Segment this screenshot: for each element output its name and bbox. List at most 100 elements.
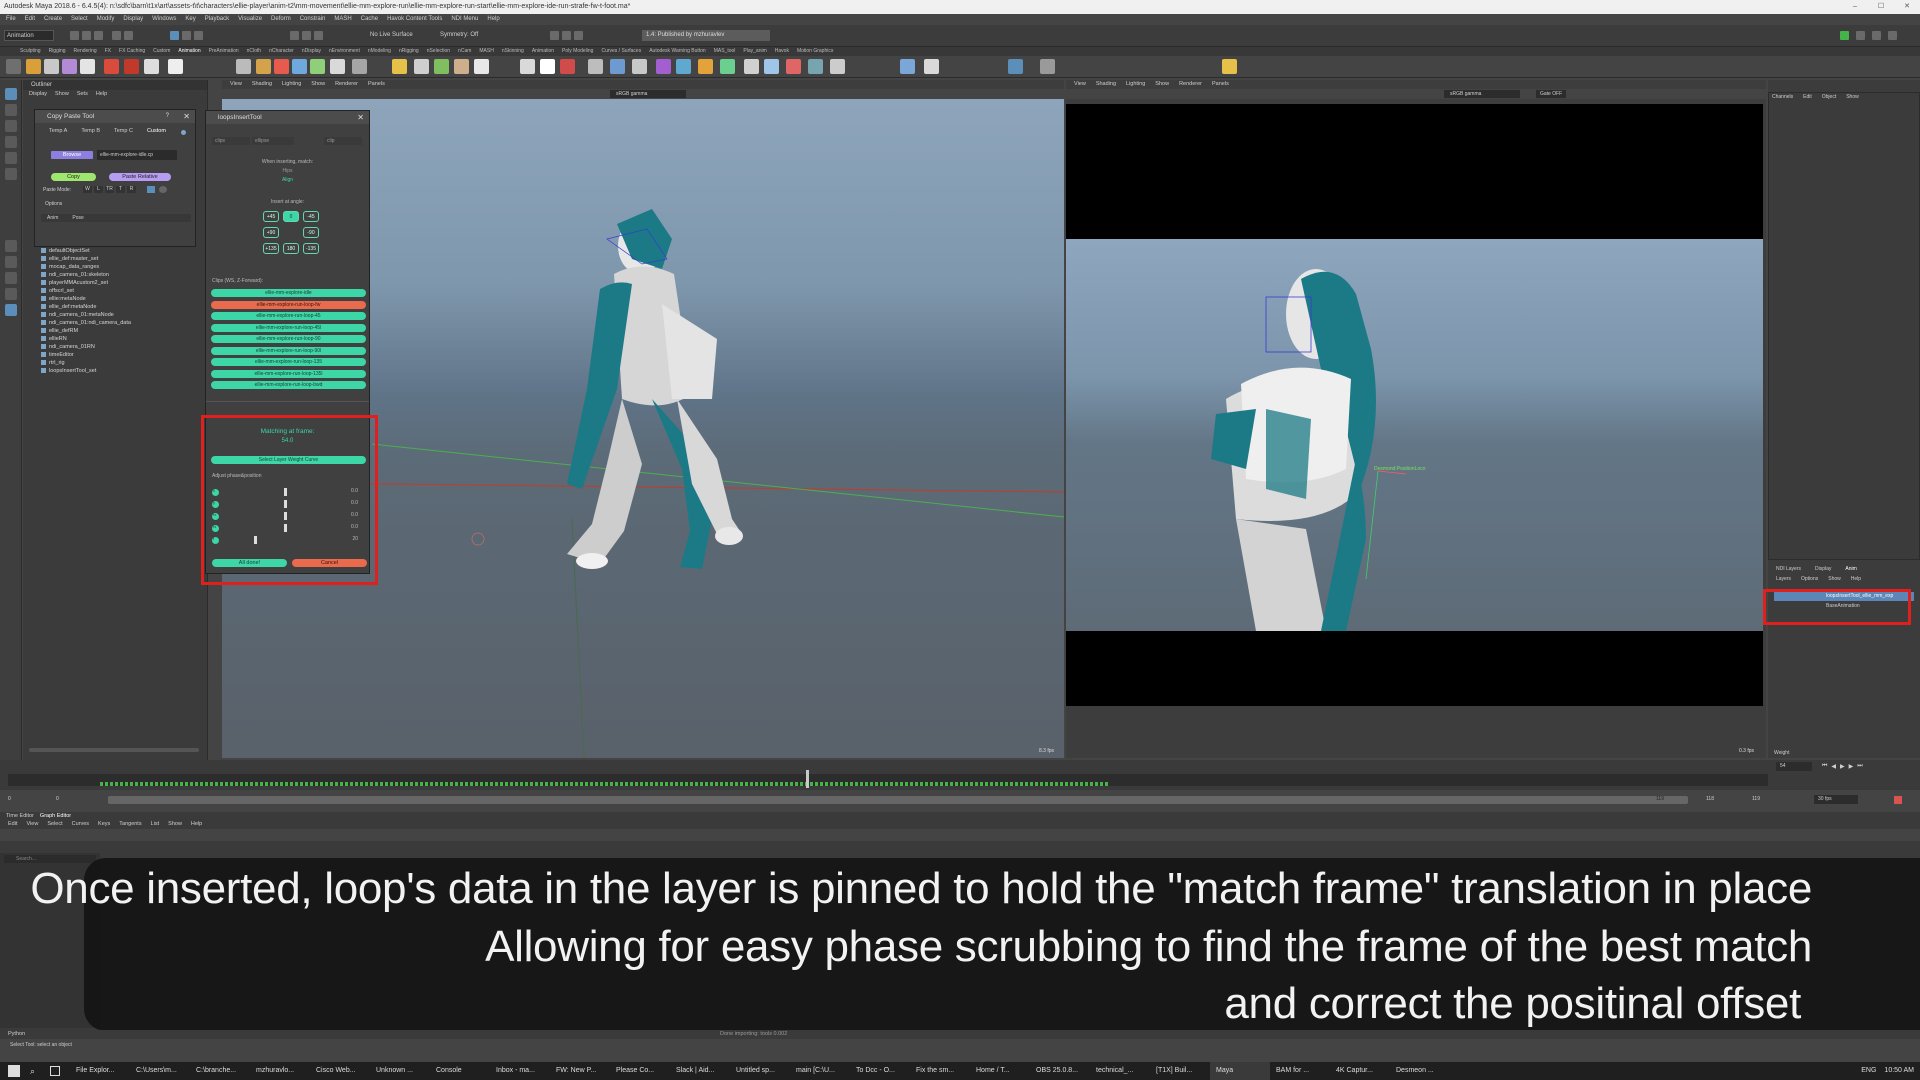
open-scene-icon[interactable] [82,31,91,40]
render-settings-icon[interactable] [574,31,583,40]
hips-option[interactable]: Hips [206,168,369,174]
select-tool-icon[interactable] [5,88,17,100]
shelf-tab-6[interactable]: Animation [178,47,200,56]
menu-modify[interactable]: Modify [97,14,115,25]
shelf-tool-9-icon[interactable] [236,59,251,74]
layer-tab-1[interactable]: Display [1815,566,1831,572]
paste-mode-icon[interactable] [147,186,155,193]
shelf-tool-10-icon[interactable] [256,59,271,74]
viewport-menu-shading[interactable]: Shading [252,80,272,89]
taskbar-item[interactable]: Home / T... [970,1062,1030,1080]
tab-graph-editor[interactable]: Graph Editor [40,812,71,820]
minimize-icon[interactable]: – [1842,0,1868,14]
move-tool-icon[interactable] [5,136,17,148]
playback-end-field[interactable]: 118 [1706,796,1714,802]
fps-dropdown[interactable]: 30 fps [1814,795,1858,804]
shelf-tab-23[interactable]: Play_anim [743,47,766,56]
shelf-tool-15-icon[interactable] [352,59,367,74]
tab-pose[interactable]: Pose [72,214,83,222]
outliner-item[interactable]: ndi_camera_01:skeleton [41,272,109,278]
layout-single-icon[interactable] [5,240,17,252]
start-icon[interactable] [8,1065,20,1077]
python-label[interactable]: Python [8,1031,25,1037]
time-slider[interactable]: 54 ⏮ ◀ ▶ ▶ ⏭ [0,760,1920,790]
layout-custom-icon[interactable] [5,304,17,316]
shelf-tool-27-icon[interactable] [656,59,671,74]
shelf-tab-21[interactable]: Autodesk Warning Button [649,47,706,56]
shelf-tool-5-icon[interactable] [104,59,119,74]
taskbar-item[interactable]: 4K Captur... [1330,1062,1390,1080]
shelf-tool-38-icon[interactable] [1008,59,1023,74]
menu-mash[interactable]: MASH [334,14,351,25]
close-icon[interactable]: ✕ [357,111,364,124]
clip-button[interactable]: ellie-mm-explore-run-loop-45 [211,312,366,320]
taskbar-item[interactable]: File Explor... [70,1062,130,1080]
shelf-tool-20-icon[interactable] [474,59,489,74]
range-slider-bar[interactable] [108,796,1688,804]
close-icon[interactable]: ✕ [1894,0,1920,14]
shelf-tool-29-icon[interactable] [698,59,713,74]
taskbar-item[interactable]: OBS 25.0.8... [1030,1062,1090,1080]
shelf-tool-28-icon[interactable] [676,59,691,74]
outliner-item[interactable]: offscrl_set [41,288,74,294]
graph-menu-select[interactable]: Select [47,820,62,829]
taskbar-item[interactable]: [T1X] Buil... [1150,1062,1210,1080]
shelf-tab-15[interactable]: nCam [458,47,471,56]
clip-button[interactable]: ellie-mm-explore-run-loop-fw [211,300,366,309]
tab-temp-b[interactable]: Temp B [81,128,100,134]
taskbar-item[interactable]: Desmeon ... [1390,1062,1450,1080]
outliner-item[interactable]: ndi_camera_01RN [41,344,95,350]
menu-constrain[interactable]: Constrain [300,14,326,25]
color-space-dropdown[interactable]: sRGB gamma [1444,90,1520,98]
menu-ndi-menu[interactable]: NDI Menu [451,14,478,25]
angle-button[interactable]: +90 [263,227,279,238]
shelf-tool-22-icon[interactable] [540,59,555,74]
shelf-tool-30-icon[interactable] [720,59,735,74]
shelf-tab-7[interactable]: PreAnimation [209,47,239,56]
shelf-tab-8[interactable]: nCloth [247,47,261,56]
tab-anim[interactable]: Anim [47,214,58,222]
maximize-icon[interactable]: ☐ [1868,0,1894,14]
current-frame-field[interactable]: 54 [1776,762,1812,771]
paste-mode-key[interactable]: TR [105,186,114,193]
select-by-component-icon[interactable] [194,31,203,40]
outliner-item[interactable]: ellie_def:metaNode [41,304,96,310]
shelf-tab-13[interactable]: nRigging [399,47,419,56]
auto-key-icon[interactable] [1894,796,1902,804]
shelf-menu-icon[interactable] [6,59,21,74]
outliner-item[interactable]: ellieRN [41,336,67,342]
shelf-tab-22[interactable]: MAS_tool [714,47,736,56]
menu-help[interactable]: Help [487,14,499,25]
taskbar-item[interactable]: Cisco Web... [310,1062,370,1080]
task-view-icon[interactable] [50,1066,60,1076]
viewport-menu-view[interactable]: View [1074,80,1086,89]
taskbar-item[interactable]: Inbox - ma... [490,1062,550,1080]
taskbar-item[interactable]: BAM for ... [1270,1062,1330,1080]
shelf-tool-33-icon[interactable] [786,59,801,74]
angle-button[interactable]: -45 [303,211,319,222]
viewport-menu-view[interactable]: View [230,80,242,89]
attribute-editor-icon[interactable] [1856,31,1865,40]
taskbar-item[interactable]: To Dcc - O... [850,1062,910,1080]
menu-edit[interactable]: Edit [25,14,35,25]
taskbar-item[interactable]: FW: New P... [550,1062,610,1080]
graph-menu-help[interactable]: Help [191,820,202,829]
go-to-start-icon[interactable]: ⏮ [1822,763,1827,770]
file-field[interactable]: ellie-mm-explore-idle.cp [97,150,177,160]
shelf-tool-14-icon[interactable] [330,59,345,74]
shelf-tool-4-icon[interactable] [80,59,95,74]
taskbar-item[interactable]: mzhuravlo... [250,1062,310,1080]
channel-box-menu-channels[interactable]: Channels [1772,94,1793,100]
shelf-tab-20[interactable]: Curves / Surfaces [601,47,641,56]
help-icon[interactable]: ? [166,110,169,123]
shelf-tab-11[interactable]: nEnvironment [329,47,360,56]
shelf-tab-24[interactable]: Havok [775,47,789,56]
modeling-toolkit-icon[interactable] [1840,31,1849,40]
channel-box-icon[interactable] [1888,31,1897,40]
layer-tab-0[interactable]: NDI Layers [1776,566,1801,572]
shelf-tool-31-icon[interactable] [744,59,759,74]
shelf-tab-18[interactable]: Animation [532,47,554,56]
viewport-menu-lighting[interactable]: Lighting [1126,80,1145,89]
scale-tool-icon[interactable] [5,168,17,180]
browse-button[interactable]: Browse [51,151,93,159]
